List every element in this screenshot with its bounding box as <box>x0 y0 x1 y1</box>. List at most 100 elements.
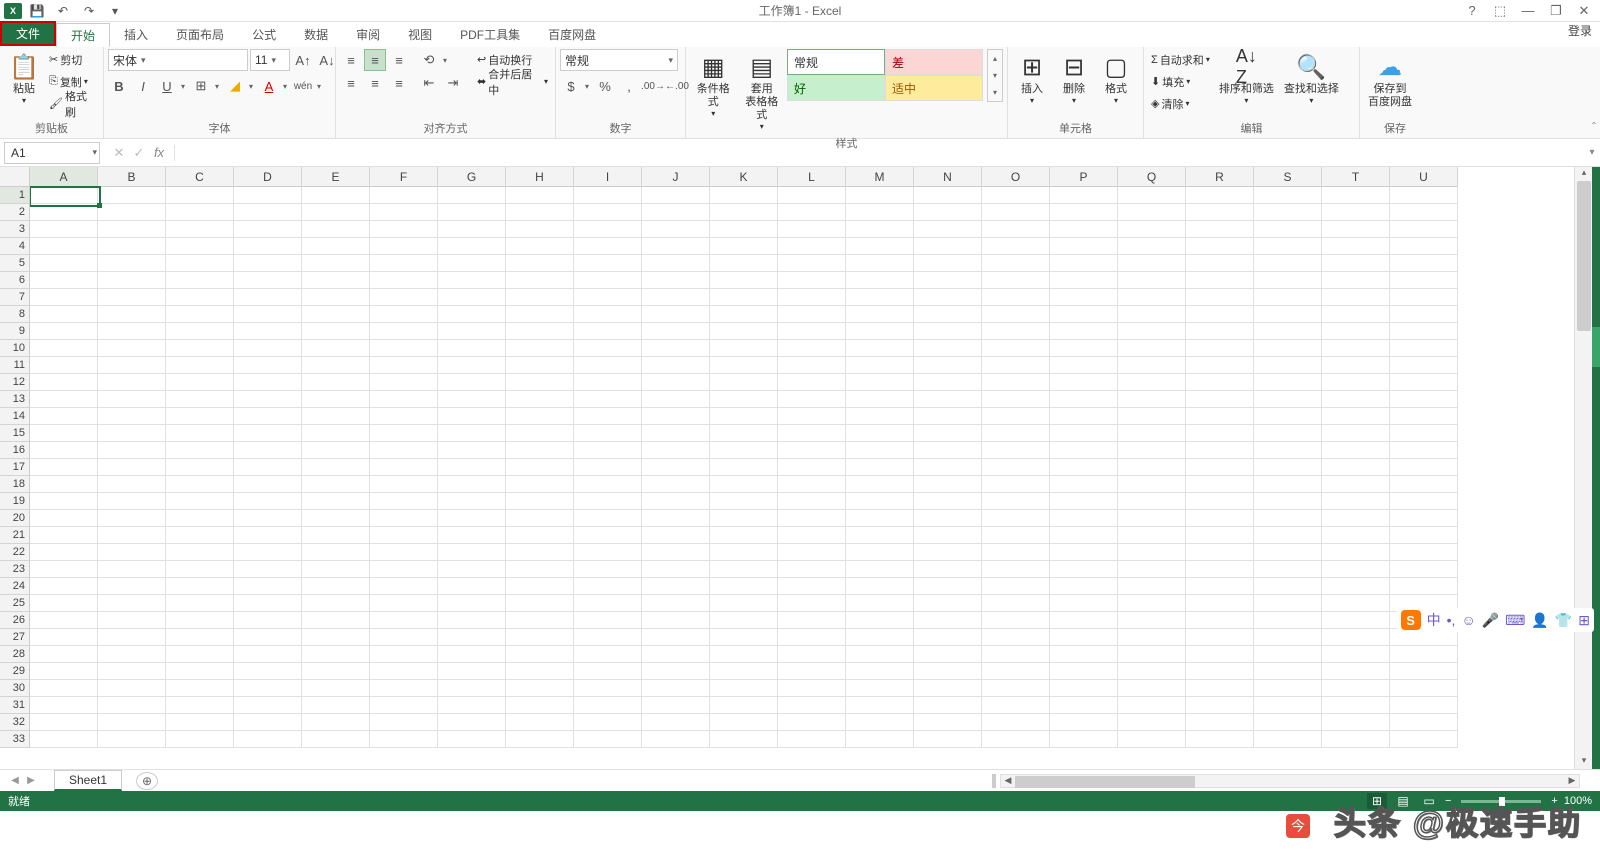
cell-O10[interactable] <box>982 340 1050 357</box>
cell-A30[interactable] <box>30 680 98 697</box>
underline-dropdown[interactable]: ▾ <box>178 82 188 91</box>
cell-T30[interactable] <box>1322 680 1390 697</box>
cell-K4[interactable] <box>710 238 778 255</box>
cell-S22[interactable] <box>1254 544 1322 561</box>
cell-C12[interactable] <box>166 374 234 391</box>
cell-L12[interactable] <box>778 374 846 391</box>
cell-T15[interactable] <box>1322 425 1390 442</box>
cell-M33[interactable] <box>846 731 914 748</box>
cell-O6[interactable] <box>982 272 1050 289</box>
cell-K24[interactable] <box>710 578 778 595</box>
column-header-G[interactable]: G <box>438 167 506 187</box>
style-bad[interactable]: 差 <box>885 49 983 75</box>
cell-P3[interactable] <box>1050 221 1118 238</box>
cell-D2[interactable] <box>234 204 302 221</box>
cell-O33[interactable] <box>982 731 1050 748</box>
cell-A32[interactable] <box>30 714 98 731</box>
cell-D21[interactable] <box>234 527 302 544</box>
qat-redo-button[interactable]: ↷ <box>78 1 100 21</box>
cell-T7[interactable] <box>1322 289 1390 306</box>
cell-R16[interactable] <box>1186 442 1254 459</box>
cell-A8[interactable] <box>30 306 98 323</box>
cell-R18[interactable] <box>1186 476 1254 493</box>
cell-T22[interactable] <box>1322 544 1390 561</box>
cell-R26[interactable] <box>1186 612 1254 629</box>
enter-formula-button[interactable]: ✓ <box>130 145 148 161</box>
cell-U12[interactable] <box>1390 374 1458 391</box>
cell-D20[interactable] <box>234 510 302 527</box>
font-name-combo[interactable]: 宋体▾ <box>108 49 248 71</box>
cell-J16[interactable] <box>642 442 710 459</box>
cell-A4[interactable] <box>30 238 98 255</box>
column-header-B[interactable]: B <box>98 167 166 187</box>
normal-view-button[interactable]: ⊞ <box>1367 793 1387 809</box>
cell-R6[interactable] <box>1186 272 1254 289</box>
cell-M24[interactable] <box>846 578 914 595</box>
cell-H29[interactable] <box>506 663 574 680</box>
cell-M18[interactable] <box>846 476 914 493</box>
clear-button[interactable]: ◈清除▾ <box>1148 93 1213 114</box>
cell-R30[interactable] <box>1186 680 1254 697</box>
cell-O32[interactable] <box>982 714 1050 731</box>
cell-A15[interactable] <box>30 425 98 442</box>
cell-J8[interactable] <box>642 306 710 323</box>
cell-J27[interactable] <box>642 629 710 646</box>
cell-J11[interactable] <box>642 357 710 374</box>
align-center-button[interactable]: ≡ <box>364 72 386 94</box>
cell-C1[interactable] <box>166 187 234 204</box>
cell-A17[interactable] <box>30 459 98 476</box>
vscroll-thumb[interactable] <box>1577 181 1591 331</box>
cell-M9[interactable] <box>846 323 914 340</box>
cell-U18[interactable] <box>1390 476 1458 493</box>
qat-save-button[interactable]: 💾 <box>26 1 48 21</box>
cell-I1[interactable] <box>574 187 642 204</box>
cell-D14[interactable] <box>234 408 302 425</box>
cell-P28[interactable] <box>1050 646 1118 663</box>
zoom-out-button[interactable]: − <box>1445 795 1451 807</box>
cell-G20[interactable] <box>438 510 506 527</box>
cell-K17[interactable] <box>710 459 778 476</box>
cell-S28[interactable] <box>1254 646 1322 663</box>
cell-B13[interactable] <box>98 391 166 408</box>
cell-Q22[interactable] <box>1118 544 1186 561</box>
cell-H1[interactable] <box>506 187 574 204</box>
row-header-11[interactable]: 11 <box>0 357 30 374</box>
cell-J12[interactable] <box>642 374 710 391</box>
cell-D18[interactable] <box>234 476 302 493</box>
cell-L11[interactable] <box>778 357 846 374</box>
cell-H9[interactable] <box>506 323 574 340</box>
cancel-formula-button[interactable]: ✕ <box>110 145 128 161</box>
cell-P20[interactable] <box>1050 510 1118 527</box>
phonetic-dropdown[interactable]: ▾ <box>314 82 324 91</box>
ime-user-icon[interactable]: 👤 <box>1531 612 1548 629</box>
cell-O12[interactable] <box>982 374 1050 391</box>
cell-E2[interactable] <box>302 204 370 221</box>
cell-R21[interactable] <box>1186 527 1254 544</box>
cell-H6[interactable] <box>506 272 574 289</box>
cell-I4[interactable] <box>574 238 642 255</box>
row-header-29[interactable]: 29 <box>0 663 30 680</box>
cell-K7[interactable] <box>710 289 778 306</box>
paste-button[interactable]: 📋 粘贴 ▾ <box>4 49 44 107</box>
cell-P1[interactable] <box>1050 187 1118 204</box>
cell-B22[interactable] <box>98 544 166 561</box>
cell-A5[interactable] <box>30 255 98 272</box>
cell-N24[interactable] <box>914 578 982 595</box>
cell-H10[interactable] <box>506 340 574 357</box>
cell-J6[interactable] <box>642 272 710 289</box>
conditional-format-button[interactable]: ▦ 条件格式▾ <box>690 49 737 120</box>
cell-F24[interactable] <box>370 578 438 595</box>
cell-D12[interactable] <box>234 374 302 391</box>
cell-B17[interactable] <box>98 459 166 476</box>
cell-A27[interactable] <box>30 629 98 646</box>
scroll-right-arrow[interactable]: ▶ <box>1565 775 1579 789</box>
cell-P25[interactable] <box>1050 595 1118 612</box>
cell-R31[interactable] <box>1186 697 1254 714</box>
cell-B26[interactable] <box>98 612 166 629</box>
cell-C22[interactable] <box>166 544 234 561</box>
cell-Q12[interactable] <box>1118 374 1186 391</box>
cell-S24[interactable] <box>1254 578 1322 595</box>
cell-P8[interactable] <box>1050 306 1118 323</box>
name-box[interactable]: A1▾ <box>4 142 100 164</box>
align-middle-button[interactable]: ≡ <box>364 49 386 71</box>
